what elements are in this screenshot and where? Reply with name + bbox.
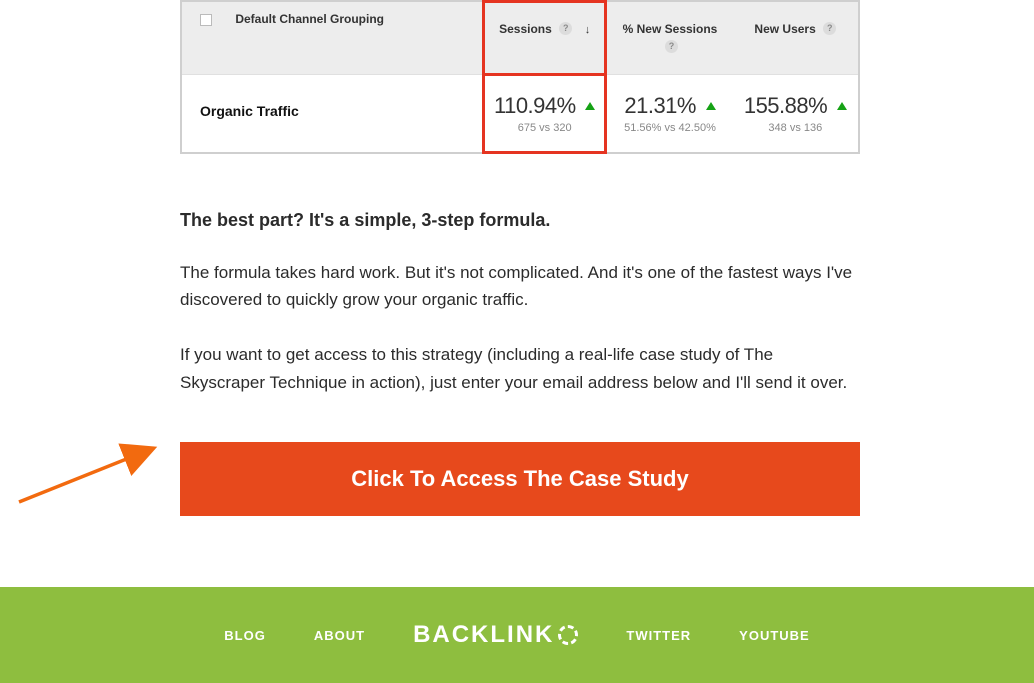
checkbox-icon xyxy=(200,14,212,26)
cell-new-users: 155.88% 348 vs 136 xyxy=(733,75,858,152)
col-sessions: Sessions ? ↓ xyxy=(482,2,607,74)
sessions-pct: 110.94% xyxy=(494,93,576,118)
help-icon: ? xyxy=(823,22,836,35)
brand-logo: BACKLINK xyxy=(413,621,578,649)
up-arrow-icon xyxy=(706,102,716,110)
body-paragraph-2: If you want to get access to this strate… xyxy=(180,341,860,395)
site-footer: BLOG ABOUT BACKLINK TWITTER YOUTUBE xyxy=(0,587,1034,683)
sort-down-icon: ↓ xyxy=(585,24,591,36)
col-sessions-label: Sessions xyxy=(499,22,552,36)
col-pct-new: % New Sessions ? xyxy=(607,2,732,74)
sessions-sub: 675 vs 320 xyxy=(488,122,601,134)
footer-link-youtube[interactable]: YOUTUBE xyxy=(739,628,810,643)
headline-text: The best part? It's a simple, 3-step for… xyxy=(180,210,860,231)
help-icon: ? xyxy=(559,22,572,35)
up-arrow-icon xyxy=(585,102,595,110)
footer-link-blog[interactable]: BLOG xyxy=(224,628,266,643)
col-pct-new-label: % New Sessions xyxy=(623,22,718,36)
col-new-users: New Users ? xyxy=(733,2,858,74)
cell-sessions: 110.94% 675 vs 320 xyxy=(482,75,607,152)
newusers-sub: 348 vs 136 xyxy=(739,122,852,134)
dimension-header-label: Default Channel Grouping xyxy=(235,12,384,26)
footer-link-about[interactable]: ABOUT xyxy=(314,628,365,643)
body-paragraph-1: The formula takes hard work. But it's no… xyxy=(180,259,860,313)
brand-spinner-icon xyxy=(558,625,578,645)
analytics-table: Default Channel Grouping Sessions ? ↓ % … xyxy=(180,0,860,154)
brand-text: BACKLINK xyxy=(413,621,554,649)
cta-button[interactable]: Click To Access The Case Study xyxy=(180,442,860,516)
pctnew-pct: 21.31% xyxy=(624,93,696,118)
cell-pct-new: 21.31% 51.56% vs 42.50% xyxy=(607,75,732,152)
row-label: Organic Traffic xyxy=(182,75,482,152)
col-new-users-label: New Users xyxy=(754,22,815,36)
footer-link-twitter[interactable]: TWITTER xyxy=(626,628,691,643)
newusers-pct: 155.88% xyxy=(744,93,827,118)
up-arrow-icon xyxy=(837,102,847,110)
help-icon: ? xyxy=(665,40,678,53)
annotation-arrow-icon xyxy=(14,440,174,510)
dimension-header: Default Channel Grouping xyxy=(182,2,482,74)
pctnew-sub: 51.56% vs 42.50% xyxy=(613,122,726,134)
